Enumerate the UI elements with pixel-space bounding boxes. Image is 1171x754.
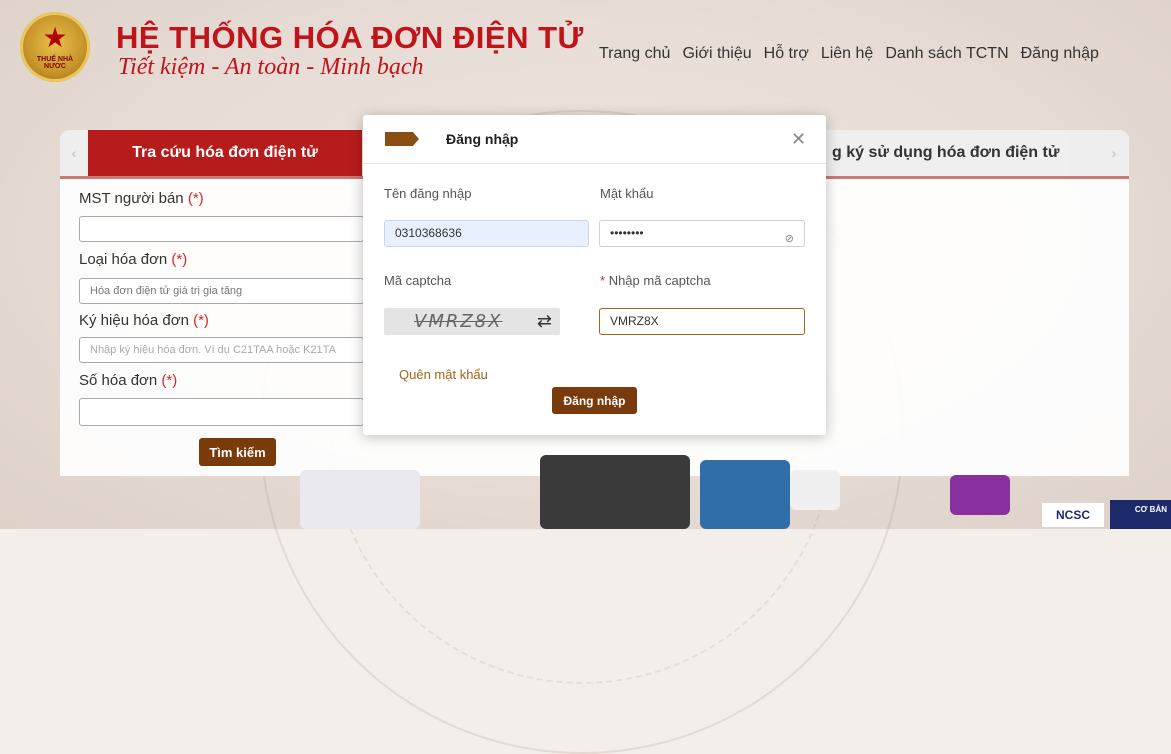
modal-header: Đăng nhập ✕ [363, 115, 826, 164]
captcha-input-label: * Nhập mã captcha [600, 273, 711, 288]
ncsc-badge[interactable]: NCSC [1042, 503, 1104, 527]
laptop-illustration [700, 460, 790, 529]
nav-tctn-list[interactable]: Danh sách TCTN [885, 45, 1008, 63]
captcha-text: VMRZ8X [414, 311, 503, 332]
site-header: ★ THUẾ NHÀ NƯỚC HỆ THỐNG HÓA ĐƠN ĐIỆN TỬ… [0, 0, 1171, 100]
captcha-input[interactable]: VMRZ8X [599, 308, 805, 335]
username-label: Tên đăng nhập [384, 186, 472, 201]
seller-tax-label: MST người bán (*) [79, 190, 204, 207]
site-title: HỆ THỐNG HÓA ĐƠN ĐIỆN TỬ [116, 20, 584, 55]
captcha-label: Mã captcha [384, 273, 452, 288]
keyboard-illustration [540, 455, 690, 529]
forgot-password-link[interactable]: Quên mật khẩu [399, 367, 488, 382]
tab-invoice-lookup[interactable]: Tra cứu hóa đơn điện tử [88, 130, 362, 176]
eye-slash-icon[interactable]: ⊘ [785, 227, 794, 252]
security-level-badge[interactable]: CƠ BẢN [1110, 500, 1171, 529]
main-nav: Trang chủ Giới thiệu Hỗ trợ Liên hệ Danh… [599, 45, 1099, 63]
nav-home[interactable]: Trang chủ [599, 45, 670, 63]
nav-about[interactable]: Giới thiệu [682, 45, 751, 63]
refresh-icon[interactable]: ⇄ [537, 311, 552, 331]
captcha-image: VMRZ8X ⇄ [384, 308, 560, 335]
password-value: •••••••• [610, 226, 644, 240]
username-input[interactable]: 0310368636 [384, 220, 589, 247]
login-submit-button[interactable]: Đăng nhập [552, 387, 637, 414]
close-icon[interactable]: ✕ [791, 129, 806, 150]
invoice-symbol-label: Ký hiệu hóa đơn (*) [79, 312, 209, 329]
star-icon: ★ [42, 22, 68, 53]
search-button[interactable]: Tìm kiếm [199, 438, 276, 466]
nav-support[interactable]: Hỗ trợ [764, 45, 809, 63]
modal-title: Đăng nhập [446, 131, 519, 147]
tab-register-invoice[interactable]: g ký sử dụng hóa đơn điện tử [826, 130, 1070, 176]
chevron-left-icon[interactable]: ‹ [60, 130, 88, 176]
nav-contact[interactable]: Liên hệ [821, 45, 874, 63]
box-illustration [790, 470, 840, 510]
invoice-type-label: Loại hóa đơn (*) [79, 251, 188, 268]
login-modal: Đăng nhập ✕ Tên đăng nhập 0310368636 Mật… [363, 115, 826, 435]
flag-icon [385, 132, 419, 146]
seller-tax-input[interactable] [79, 216, 364, 242]
nav-login[interactable]: Đăng nhập [1021, 45, 1099, 63]
site-slogan: Tiết kiệm - An toàn - Minh bạch [118, 54, 424, 80]
invoice-number-label: Số hóa đơn (*) [79, 372, 178, 389]
tax-emblem-logo[interactable]: ★ THUẾ NHÀ NƯỚC [20, 12, 90, 82]
invoice-symbol-input[interactable]: Nhập ký hiệu hóa đơn. Ví dụ C21TAA hoặc … [79, 337, 364, 363]
document-illustration [300, 470, 420, 529]
chevron-right-icon[interactable]: › [1100, 130, 1128, 176]
password-input[interactable]: •••••••• ⊘ [599, 220, 805, 247]
emblem-caption: THUẾ NHÀ NƯỚC [36, 56, 74, 70]
chart-illustration [950, 475, 1010, 515]
invoice-number-input[interactable] [79, 398, 364, 426]
invoice-type-select[interactable]: Hóa đơn điện tử giá trị gia tăng [79, 278, 364, 304]
password-label: Mật khẩu [600, 186, 654, 201]
